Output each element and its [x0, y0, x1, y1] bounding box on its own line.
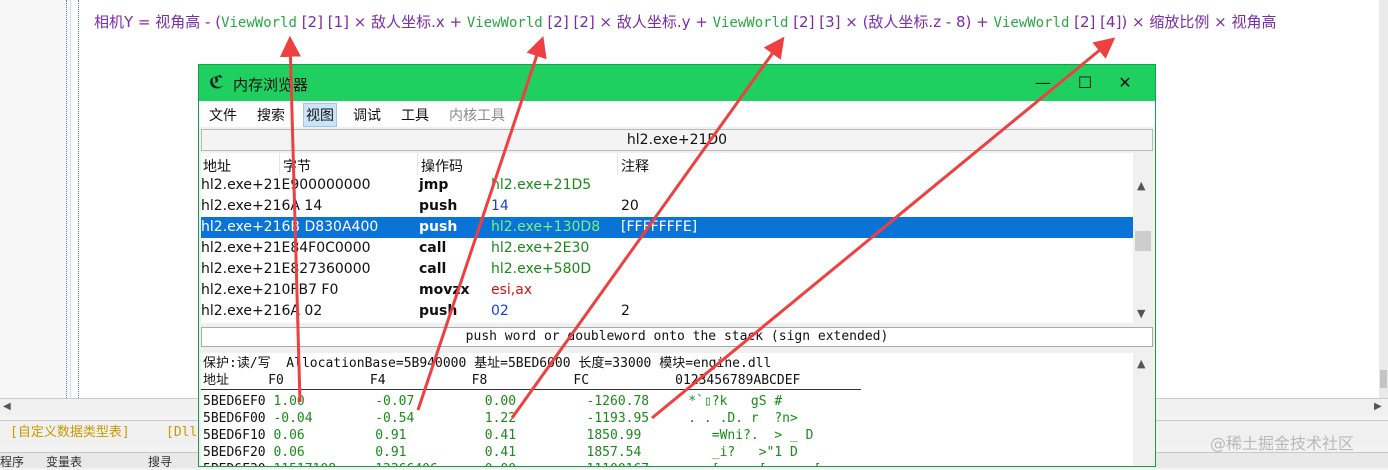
- row-operand: esi,ax: [491, 282, 533, 298]
- column-address[interactable]: 地址: [203, 156, 231, 176]
- code-text: [2] [3] × (敌人坐标.z - 8) +: [788, 13, 994, 31]
- hex-row-values: 0.06 0.91 0.41 1857.54 _i? >"1 D: [265, 445, 798, 460]
- hex-row-values: 1.00 -0.07 0.00 -1260.78 *`▯?k gS #: [265, 394, 783, 409]
- row-operand: hl2.exe+2E30: [491, 240, 590, 256]
- hex-row[interactable]: 5BED6F30 11517108 13366406 0.00 11100167…: [203, 461, 821, 466]
- row-address: hl2.exe+210FB7 F0: [201, 282, 339, 298]
- scroll-up-icon[interactable]: ▲: [1137, 179, 1145, 192]
- scroll-thumb[interactable]: [1135, 231, 1151, 251]
- indent-guide: [78, 0, 79, 400]
- maximize-icon[interactable]: ☐: [1065, 71, 1105, 95]
- menu-kernel-tools[interactable]: 内核工具: [449, 105, 505, 125]
- row-operand: 02: [491, 303, 509, 319]
- window-title: 内存浏览器: [233, 76, 309, 94]
- row-comment: [FFFFFFFE]: [621, 219, 698, 235]
- row-opcode: call: [419, 261, 447, 277]
- menu-view[interactable]: 视图: [303, 103, 337, 127]
- window-title-bar[interactable]: ℭ 内存浏览器 — ☐ ✕: [199, 65, 1155, 101]
- row-operand: hl2.exe+130D8: [491, 219, 601, 235]
- tab-custom-data-types[interactable]: [自定义数据类型表]: [4, 424, 136, 442]
- column-comment[interactable]: 注释: [621, 156, 649, 176]
- scroll-left-icon[interactable]: ◀: [3, 401, 11, 412]
- tab-dll[interactable]: [Dll: [160, 424, 203, 442]
- disassembly-row[interactable]: hl2.exe+21E84F0C0000 call hl2.exe+2E30: [201, 238, 1133, 259]
- hex-row-address: 5BED6F30: [203, 462, 266, 466]
- code-keyword: ViewWorld: [712, 15, 789, 31]
- code-text: 相机Y = 视角高 - (: [94, 13, 222, 31]
- disassembly-list[interactable]: hl2.exe+21E900000000 jmp hl2.exe+21D5 hl2.e…: [201, 175, 1133, 323]
- watermark: @稀土掘金技术社区: [1210, 434, 1355, 453]
- row-address: hl2.exe+216A 02: [201, 303, 323, 319]
- code-line[interactable]: 相机Y = 视角高 - (ViewWorld [2] [1] × 敌人坐标.x …: [94, 14, 1384, 32]
- hex-row-values: -0.04 -0.54 1.22 -1193.95 . . .D. r ?n>: [265, 411, 798, 426]
- disassembly-scrollbar[interactable]: ▲ ▼: [1133, 153, 1153, 323]
- disassembly-header: 地址 字节 操作码 注释: [201, 153, 1133, 176]
- code-keyword: ViewWorld: [221, 15, 297, 31]
- code-text: [2] [4]) × 缩放比例 × 视角高: [1069, 13, 1277, 31]
- status-item-variables[interactable]: 变量表: [46, 453, 82, 470]
- row-opcode: movzx: [419, 282, 470, 298]
- row-operand: 14: [491, 198, 509, 214]
- row-opcode: jmp: [419, 177, 449, 193]
- disassembly-row[interactable]: hl2.exe+210FB7 F0 movzx esi,ax: [201, 280, 1133, 301]
- scroll-right-icon[interactable]: ▶: [1374, 401, 1382, 412]
- hex-row-address: 5BED6F10: [203, 428, 266, 443]
- menu-search[interactable]: 搜索: [257, 105, 285, 125]
- editor-vertical-scrollbar[interactable]: [1379, 0, 1388, 400]
- menu-bar: 文件 搜索 视图 调试 工具 内核工具: [199, 101, 1155, 127]
- scroll-up-icon[interactable]: ▲: [1137, 357, 1145, 370]
- hex-row-address: 5BED6F00: [203, 411, 266, 426]
- cheat-engine-icon: ℭ: [209, 72, 224, 93]
- row-address: hl2.exe+21E900000000: [201, 177, 371, 193]
- row-opcode: push: [419, 303, 458, 319]
- row-address: hl2.exe+21E827360000: [201, 261, 371, 277]
- code-text: [2] [1] × 敌人坐标.x +: [296, 13, 467, 31]
- disassembly-row[interactable]: hl2.exe+21E900000000 jmp hl2.exe+21D5: [201, 175, 1133, 196]
- row-opcode: call: [419, 240, 447, 256]
- row-operand: hl2.exe+21D5: [491, 177, 592, 193]
- hex-row[interactable]: 5BED6F10 0.06 0.91 0.41 1850.99 =Wni?. >…: [203, 427, 814, 444]
- hex-view[interactable]: 保护:读/写 AllocationBase=5B940000 基址=5BED60…: [201, 353, 1133, 466]
- row-opcode: push: [419, 198, 458, 214]
- disassembly-row[interactable]: hl2.exe+216A 14 push 14 20: [201, 196, 1133, 217]
- status-item-search[interactable]: 搜寻: [148, 453, 172, 470]
- minimize-icon[interactable]: —: [1023, 71, 1063, 95]
- row-address: hl2.exe+21E84F0C0000: [201, 240, 371, 256]
- address-bar[interactable]: hl2.exe+21D0: [201, 129, 1153, 151]
- code-keyword: ViewWorld: [993, 15, 1070, 31]
- menu-debug[interactable]: 调试: [353, 105, 381, 125]
- hex-header-line: 地址 F0 F4 F8 FC 0123456789ABCDEF: [203, 373, 801, 388]
- column-opcode[interactable]: 操作码: [421, 156, 463, 176]
- row-address: hl2.exe+216B D830A400: [201, 219, 379, 235]
- instruction-description: push word or doubleword onto the stack (…: [201, 327, 1153, 347]
- close-icon[interactable]: ✕: [1105, 71, 1145, 95]
- editor-gutter: [0, 0, 71, 400]
- hex-row[interactable]: 5BED6EF0 1.00 -0.07 0.00 -1260.78 *`▯?k …: [203, 393, 782, 410]
- hex-row[interactable]: 5BED6F20 0.06 0.91 0.41 1857.54 _i? >"1 …: [203, 444, 798, 461]
- row-operand: hl2.exe+580D: [491, 261, 592, 277]
- row-comment: 2: [621, 303, 630, 319]
- memory-browser-window: ℭ 内存浏览器 — ☐ ✕ 文件 搜索 视图 调试 工具 内核工具 hl2.ex…: [198, 64, 1156, 467]
- hex-row[interactable]: 5BED6F00 -0.04 -0.54 1.22 -1193.95 . . .…: [203, 410, 798, 427]
- hex-info-line: 保护:读/写 AllocationBase=5B940000 基址=5BED60…: [203, 356, 772, 371]
- disassembly-row[interactable]: hl2.exe+21E827360000 call hl2.exe+580D: [201, 259, 1133, 280]
- code-keyword: ViewWorld: [466, 15, 543, 31]
- disassembly-row[interactable]: hl2.exe+216A 02 push 02 2: [201, 301, 1133, 322]
- hex-row-address: 5BED6EF0: [203, 394, 266, 409]
- scroll-down-icon[interactable]: ▼: [1137, 307, 1145, 320]
- disassembly-row[interactable]: hl2.exe+216B D830A400 push hl2.exe+130D8 [F…: [201, 217, 1133, 238]
- menu-file[interactable]: 文件: [209, 105, 237, 125]
- menu-tools[interactable]: 工具: [401, 105, 429, 125]
- row-opcode: push: [419, 219, 458, 235]
- hex-scrollbar[interactable]: ▲: [1133, 353, 1153, 466]
- hex-row-values: 11517108 13366406 0.00 11100167 [ [ [: [266, 462, 821, 466]
- hex-row-values: 0.06 0.91 0.41 1850.99 =Wni?. > _ D: [265, 428, 814, 443]
- row-address: hl2.exe+216A 14: [201, 198, 323, 214]
- column-bytes[interactable]: 字节: [283, 156, 311, 176]
- status-item-program[interactable]: 程序: [0, 453, 24, 470]
- hex-row-address: 5BED6F20: [203, 445, 266, 460]
- code-text: [2] [2] × 敌人坐标.y +: [542, 13, 713, 31]
- row-comment: 20: [621, 198, 639, 214]
